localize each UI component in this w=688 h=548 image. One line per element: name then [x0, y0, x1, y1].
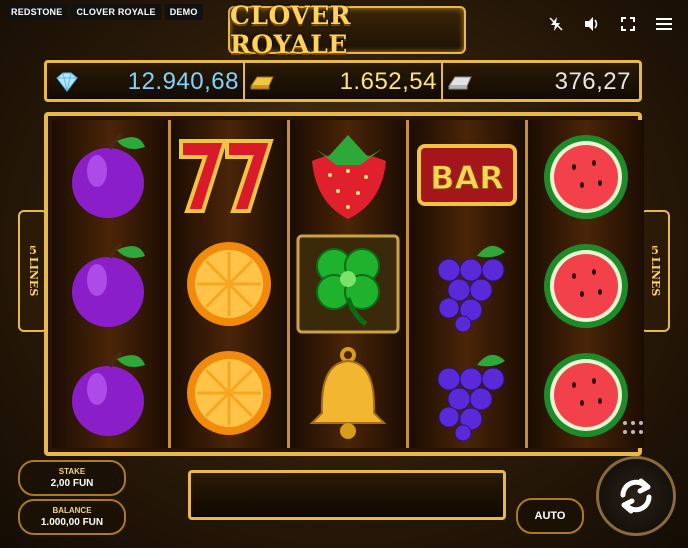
spin-button[interactable] [596, 456, 676, 536]
autoplay-button[interactable]: AUTO [516, 498, 584, 534]
spin-arrows-icon [620, 478, 652, 514]
balance-label: BALANCE [52, 506, 92, 515]
tag-mode: DEMO [164, 4, 203, 20]
balance-display: BALANCE 1.000,00 FUN [18, 499, 126, 535]
reels-frame: BAR [44, 112, 644, 456]
sound-icon[interactable] [582, 14, 602, 34]
jackpot-divider [441, 63, 443, 99]
stake-selector[interactable]: STAKE 2,00 FUN [18, 460, 126, 496]
win-display [188, 470, 506, 520]
brand-tags: REDSTONE CLOVER ROYALE DEMO [6, 4, 203, 20]
game-logo: CLOVER ROYALE [228, 1, 466, 59]
paylines-indicator-right: 5 LINES [640, 210, 670, 332]
jackpot-diamond-value: 12.940,68 [127, 68, 239, 95]
symbol-watermelon [528, 120, 644, 229]
symbol-orange [171, 338, 287, 447]
top-controls [546, 14, 674, 34]
symbol-watermelon [528, 229, 644, 338]
fullscreen-icon[interactable] [618, 14, 638, 34]
jackpot-diamond: 12.940,68 [53, 68, 239, 95]
lines-word: LINES [649, 257, 662, 297]
jackpot-gold-value: 1.652,54 [339, 68, 437, 95]
diamond-icon [56, 72, 78, 92]
tag-provider: REDSTONE [6, 4, 68, 20]
symbol-clover [290, 229, 406, 338]
tag-game: CLOVER ROYALE [71, 4, 161, 20]
symbol-seven [171, 120, 287, 229]
lines-word: LINES [27, 257, 40, 297]
jackpot-bar: 12.940,68 1.652,54 376,27 [44, 60, 642, 102]
gold-bar-icon [250, 76, 274, 90]
symbol-grapes [409, 338, 525, 447]
symbol-grapes [409, 229, 525, 338]
balance-value: 1.000,00 FUN [40, 517, 104, 528]
symbol-strawberry [290, 120, 406, 229]
symbol-bar: BAR [409, 120, 525, 229]
turbo-off-icon[interactable] [546, 14, 566, 34]
jackpot-gold: 1.652,54 [247, 68, 437, 95]
logo-text: CLOVER ROYALE [230, 1, 352, 59]
symbol-plum [52, 229, 168, 338]
silver-bar-icon [448, 76, 472, 90]
stake-value: 2,00 FUN [50, 478, 94, 489]
symbol-plum [52, 120, 168, 229]
symbol-orange [171, 229, 287, 338]
symbol-plum [52, 338, 168, 447]
jackpot-divider [243, 63, 245, 99]
autoplay-label: AUTO [534, 510, 566, 522]
menu-icon[interactable] [654, 14, 674, 34]
bar-text: BAR [430, 159, 504, 197]
stake-label: STAKE [58, 467, 86, 476]
lines-number: 5 [29, 244, 37, 258]
jackpot-silver: 376,27 [445, 68, 631, 95]
grid-dots-icon[interactable] [622, 420, 646, 441]
symbol-bell [290, 338, 406, 447]
jackpot-silver-value: 376,27 [554, 68, 631, 95]
lines-number: 5 [651, 244, 659, 258]
